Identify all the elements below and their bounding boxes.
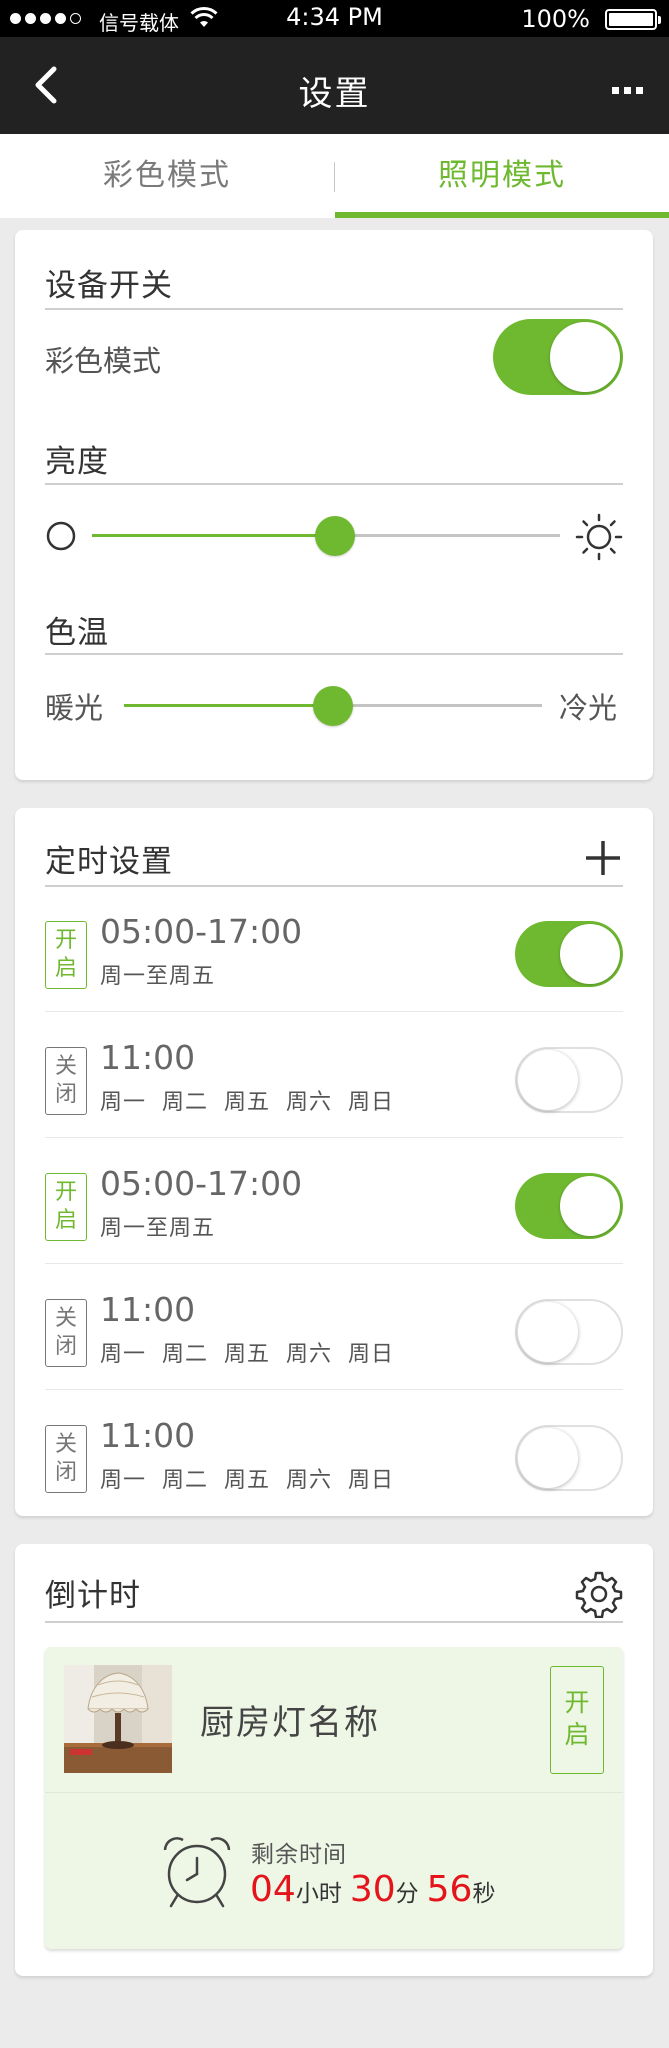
mode-tabs: 彩色模式 照明模式 (0, 134, 669, 218)
timer-toggle[interactable] (515, 1425, 623, 1491)
timer-days: 周一 周二 周五 周六 周日 (100, 1468, 394, 1493)
timer-status-badge: 开启 (45, 1173, 87, 1241)
timer-time: 05:00-17:00 (100, 912, 303, 951)
timer-row[interactable]: 关闭 11:00 周一 周二 周五 周六 周日 (45, 1014, 623, 1140)
timer-row[interactable]: 关闭 11:00 周一 周二 周五 周六 周日 (45, 1266, 623, 1392)
active-tab-indicator (335, 212, 669, 218)
page-title: 设置 (298, 74, 371, 114)
minutes-unit: 分 (395, 1881, 419, 1907)
color-temp-title: 色温 (45, 615, 109, 651)
timer-time: 05:00-17:00 (100, 1164, 303, 1203)
timer-status-badge: 关闭 (45, 1299, 87, 1367)
countdown-timer: 04小时 30分 56秒 (250, 1869, 503, 1910)
row-separator (45, 1137, 623, 1138)
row-separator (45, 1011, 623, 1012)
color-mode-toggle[interactable] (493, 319, 623, 395)
gear-icon[interactable] (575, 1570, 623, 1618)
more-options-icon[interactable] (612, 87, 643, 94)
brightness-slider[interactable] (92, 516, 560, 556)
timer-days: 周一至周五 (100, 964, 216, 989)
divider (45, 885, 623, 887)
cool-light-label: 冷光 (559, 691, 618, 725)
timer-settings-card: 定时设置 开启 05:00-17:00 周一至周五 关闭 11:00 周一 周二… (15, 808, 653, 1516)
timer-toggle[interactable] (515, 1173, 623, 1239)
status-bar: 信号载体 4:34 PM 100% (0, 0, 669, 37)
row-separator (45, 1263, 623, 1264)
color-mode-switch-label: 彩色模式 (45, 344, 162, 378)
battery-icon (605, 9, 661, 30)
timer-status-badge: 关闭 (45, 1047, 87, 1115)
countdown-title: 倒计时 (45, 1578, 141, 1614)
countdown-minutes: 30 (349, 1869, 396, 1910)
device-name: 厨房灯名称 (200, 1703, 380, 1743)
remaining-time-label: 剩余时间 (251, 1842, 347, 1868)
timer-days: 周一 周二 周五 周六 周日 (100, 1342, 394, 1367)
tab-color-mode[interactable]: 彩色模式 (0, 134, 334, 218)
timer-row[interactable]: 开启 05:00-17:00 周一至周五 (45, 888, 623, 1014)
lamp-photo (64, 1665, 172, 1773)
countdown-seconds: 56 (426, 1869, 473, 1910)
divider (45, 653, 623, 655)
timer-days: 周一 周二 周五 周六 周日 (100, 1090, 394, 1115)
brightness-slider-thumb[interactable] (315, 516, 356, 556)
countdown-status-badge[interactable]: 开启 (550, 1666, 604, 1774)
alarm-clock-icon (163, 1837, 231, 1908)
device-switch-title: 设备开关 (45, 268, 173, 304)
timer-days: 周一至周五 (100, 1216, 216, 1241)
color-temp-slider-thumb[interactable] (313, 686, 353, 726)
timer-status-badge: 关闭 (45, 1425, 87, 1493)
timer-settings-title: 定时设置 (45, 844, 173, 880)
brightness-high-icon (575, 513, 623, 561)
warm-light-label: 暖光 (45, 691, 104, 725)
countdown-hours: 04 (250, 1869, 296, 1910)
divider (45, 308, 623, 310)
timer-row[interactable]: 开启 05:00-17:00 周一至周五 (45, 1140, 623, 1266)
brightness-low-icon (46, 521, 76, 551)
brightness-title: 亮度 (45, 444, 109, 480)
timer-toggle[interactable] (515, 1047, 623, 1113)
tab-lighting-mode[interactable]: 照明模式 (335, 134, 669, 218)
panel-separator (45, 1792, 623, 1793)
color-temp-slider[interactable] (124, 686, 542, 726)
row-separator (45, 1389, 623, 1390)
countdown-card: 倒计时 厨房灯名称 开启 剩余时间 04小时 30分 56秒 (15, 1544, 653, 1976)
timer-time: 11:00 (100, 1290, 196, 1329)
timer-toggle[interactable] (515, 1299, 623, 1365)
divider (45, 483, 623, 485)
add-icon[interactable] (583, 838, 623, 878)
hours-unit: 小时 (295, 1881, 342, 1907)
timer-time: 11:00 (100, 1416, 196, 1455)
timer-toggle[interactable] (515, 921, 623, 987)
seconds-unit: 秒 (472, 1881, 496, 1907)
countdown-device-panel[interactable]: 厨房灯名称 开启 剩余时间 04小时 30分 56秒 (45, 1647, 623, 1949)
timer-status-badge: 开启 (45, 921, 87, 989)
device-settings-card: 设备开关 彩色模式 亮度 色温 暖光 冷光 (15, 230, 653, 780)
navigation-bar: 设置 (0, 37, 669, 134)
timer-time: 11:00 (100, 1038, 196, 1077)
divider (45, 1621, 623, 1623)
timer-row[interactable]: 关闭 11:00 周一 周二 周五 周六 周日 (45, 1392, 623, 1518)
battery-percent: 100% (521, 5, 590, 33)
